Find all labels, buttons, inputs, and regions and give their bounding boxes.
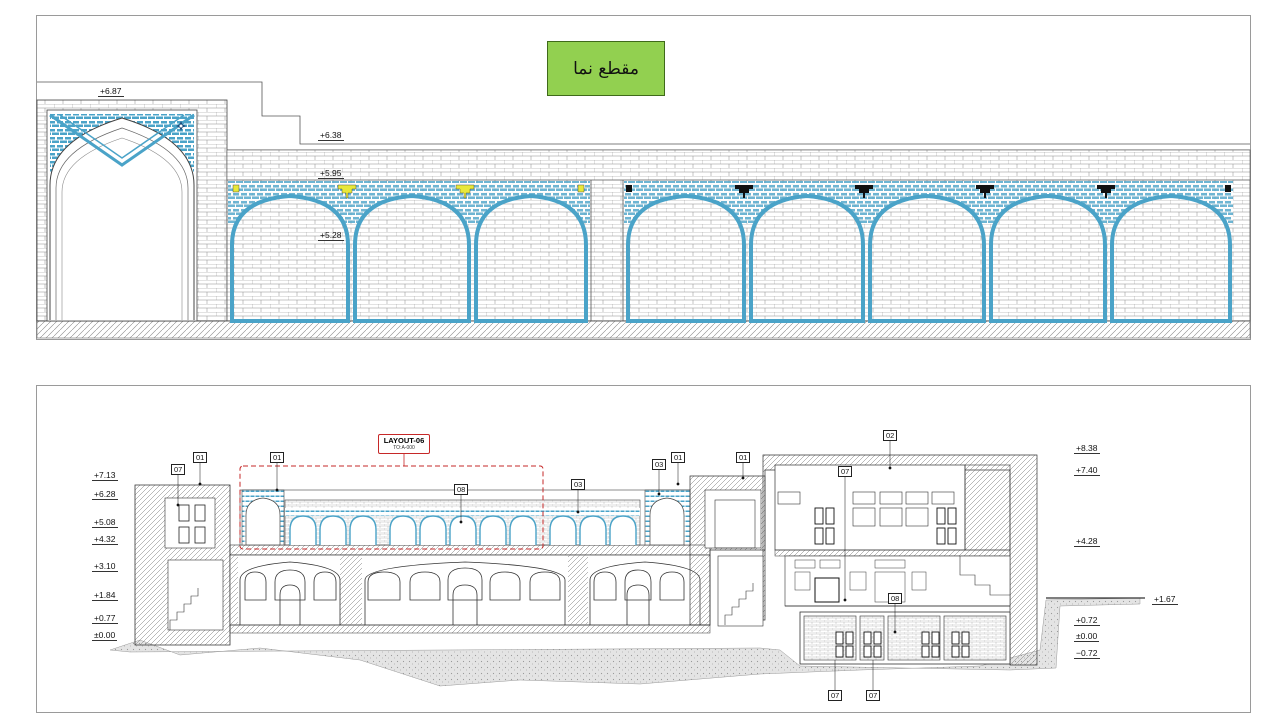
level-marker: −0.72	[1074, 648, 1100, 659]
level-marker: +0.77	[92, 613, 118, 624]
level-marker: +5.08	[92, 517, 118, 528]
level-marker: +1.84	[92, 590, 118, 601]
tag: 02	[883, 430, 898, 441]
tag: 07	[171, 464, 186, 475]
parapet-arches	[289, 515, 637, 545]
layout-reference-box: LAYOUT-06 TO:A-000	[378, 434, 430, 454]
level-marker: +4.32	[92, 534, 118, 545]
tag: 01	[270, 452, 285, 463]
level-marker: +0.72	[1074, 615, 1100, 626]
level-marker: +4.28	[1074, 536, 1100, 547]
roof-slab	[229, 544, 711, 556]
level-marker: ±0.00	[92, 630, 118, 641]
tag: 03	[571, 479, 586, 490]
level-marker: +3.10	[92, 561, 118, 572]
level-marker: +6.28	[92, 489, 118, 500]
tag: 01	[193, 452, 208, 463]
tag: 07	[828, 690, 843, 701]
tag: 08	[454, 484, 469, 495]
level-marker: +1.67	[1152, 594, 1178, 605]
roof-portal-left	[241, 489, 285, 546]
roof-portal-right	[644, 489, 691, 546]
tag: 01	[671, 452, 686, 463]
tag: 08	[888, 593, 903, 604]
level-marker: ±0.00	[1074, 631, 1100, 642]
tag: 03	[652, 459, 667, 470]
section-drawing	[109, 440, 1145, 690]
tag: 01	[736, 452, 751, 463]
tag: 07	[838, 466, 853, 477]
level-marker: +7.13	[92, 470, 118, 481]
level-marker: +8.38	[1074, 443, 1100, 454]
layout-subtitle: TO:A-000	[393, 445, 415, 451]
level-marker: +7.40	[1074, 465, 1100, 476]
tag: 07	[866, 690, 881, 701]
layout-title: LAYOUT-06	[383, 436, 425, 445]
